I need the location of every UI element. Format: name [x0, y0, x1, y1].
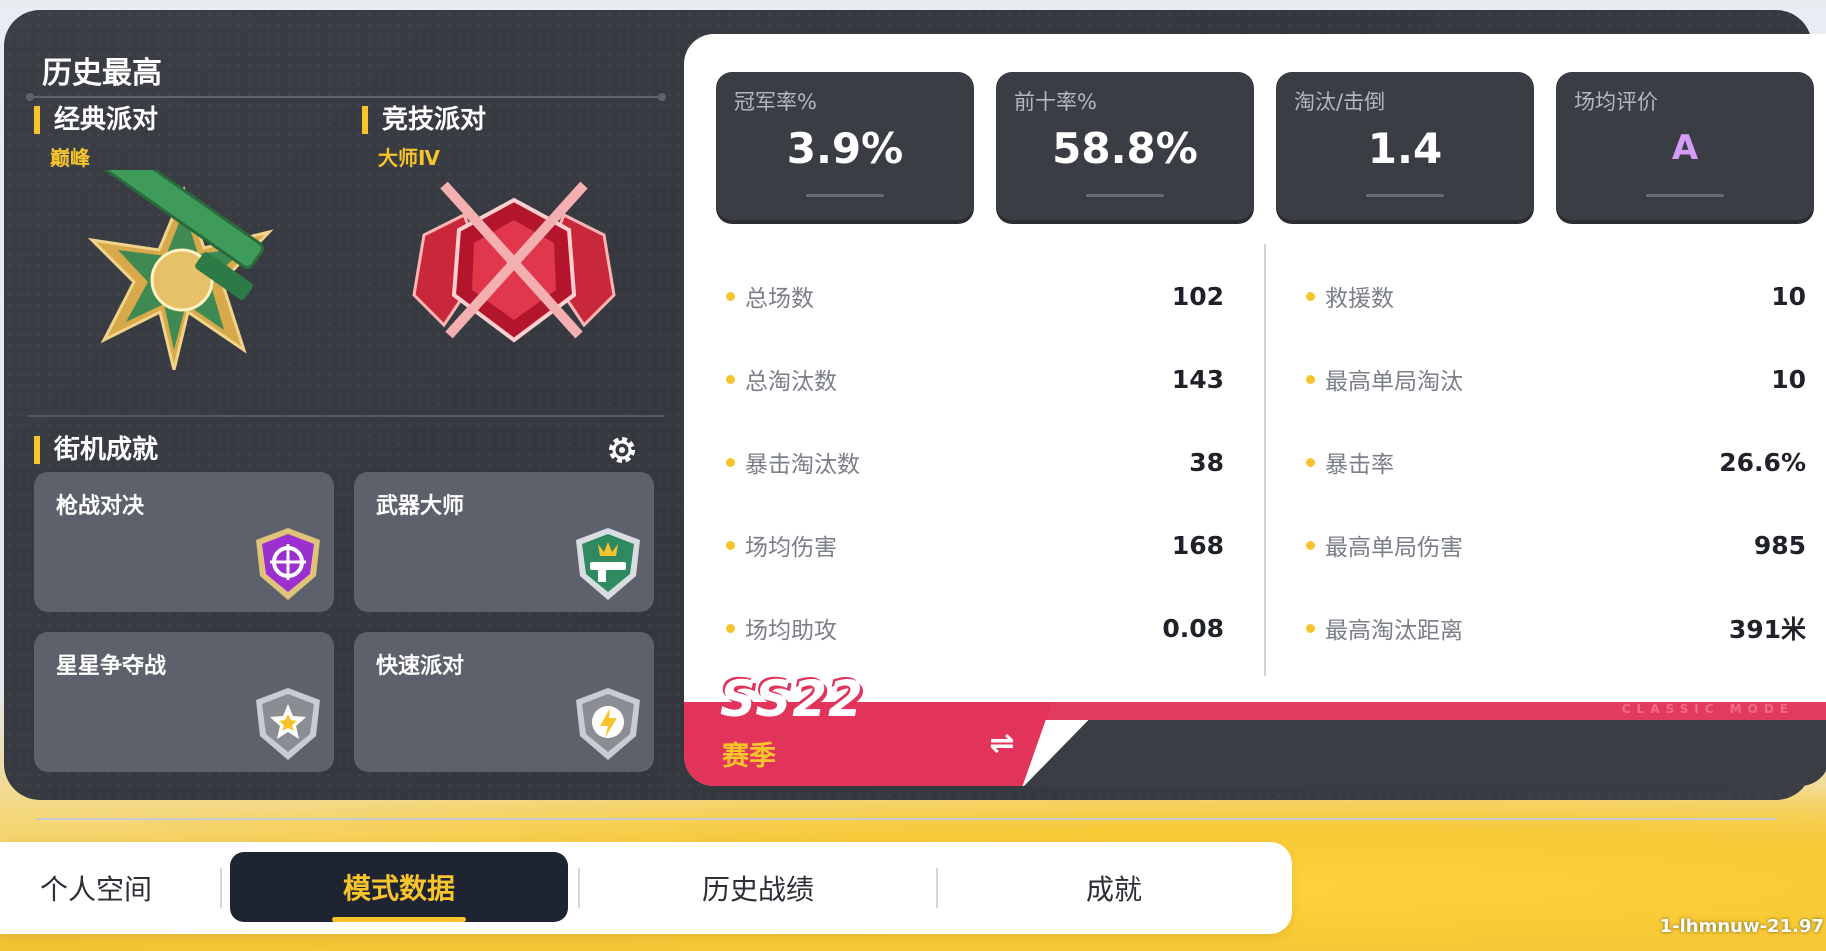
- stat-value: 10: [1771, 281, 1806, 311]
- summary-underline: [806, 194, 884, 197]
- season-banner: CLASSIC MODE SS22 赛季 ⇌: [684, 670, 1826, 786]
- mode-stats-panel: 冠军率% 3.9% 前十率% 58.8% 淘汰/击倒 1.4 场均评价 A 总场…: [684, 34, 1826, 786]
- achievement-card-weapon-master[interactable]: 武器大师: [354, 472, 654, 612]
- stat-value: 391米: [1728, 615, 1806, 644]
- season-dark-band: [1024, 720, 1826, 786]
- stat-value: 26.6%: [1719, 447, 1806, 477]
- competitive-mode-label: 竞技派对: [362, 106, 486, 134]
- achievement-card-gunfight[interactable]: 枪战对决: [34, 472, 334, 612]
- bullet-dot: [1306, 540, 1315, 550]
- nav-divider: [220, 868, 222, 908]
- stat-label: 场均伤害: [745, 535, 837, 561]
- classic-mode-label: 经典派对: [34, 106, 158, 134]
- weapon-crown-badge-icon: [576, 528, 640, 600]
- stat-row: 暴击淘汰数 38: [726, 442, 1224, 482]
- bullet-dot: [1306, 623, 1315, 633]
- competitive-rank-label: 大师Ⅳ: [378, 146, 440, 170]
- tab-personal-space[interactable]: 个人空间: [0, 842, 206, 934]
- version-label: 1-lhmnuw-21.97: [1659, 916, 1824, 937]
- bottom-nav: 个人空间 模式数据 历史战绩 成就: [0, 842, 1292, 934]
- stat-label: 暴击率: [1325, 452, 1394, 478]
- history-panel: 历史最高 经典派对 巅峰 竞技派对 大师Ⅳ 街机成就 枪战对决 武器大师 星星争…: [4, 10, 680, 800]
- stat-row: 场均助攻 0.08: [726, 608, 1224, 648]
- bullet-dot: [726, 623, 735, 633]
- classic-rank-label: 巅峰: [50, 146, 90, 170]
- bullet-dot: [1306, 291, 1315, 301]
- achievement-name: 枪战对决: [56, 494, 145, 519]
- summary-underline: [1366, 194, 1444, 197]
- stat-label: 最高单局伤害: [1325, 535, 1463, 561]
- achievement-card-quick-party[interactable]: 快速派对: [354, 632, 654, 772]
- summary-label: 前十率%: [1014, 90, 1097, 114]
- master-rank-emblem-icon: [412, 181, 616, 343]
- stat-value: 168: [1171, 530, 1224, 560]
- stat-value: 38: [1189, 447, 1224, 477]
- summary-label: 淘汰/击倒: [1294, 90, 1386, 114]
- summary-card-elim-knock: 淘汰/击倒 1.4: [1276, 72, 1534, 220]
- stat-row: 最高淘汰距离 391米: [1306, 608, 1806, 648]
- stat-value: 10: [1771, 364, 1806, 394]
- summary-card-win-rate: 冠军率% 3.9%: [716, 72, 974, 220]
- stat-value: 985: [1753, 530, 1806, 560]
- bullet-dot: [726, 540, 735, 550]
- lightning-badge-icon: [576, 688, 640, 760]
- competitive-mode-block: 竞技派对 大师Ⅳ: [362, 106, 486, 171]
- peak-rank-emblem-icon: [87, 170, 274, 370]
- summary-value: 3.9%: [786, 124, 904, 173]
- achievement-name: 武器大师: [376, 494, 465, 519]
- main-panel: 历史最高 经典派对 巅峰 竞技派对 大师Ⅳ 街机成就 枪战对决 武器大师 星星争…: [4, 10, 1826, 800]
- stat-value: 102: [1171, 281, 1224, 311]
- classic-mode-block: 经典派对 巅峰: [34, 106, 158, 171]
- summary-card-avg-rating: 场均评价 A: [1556, 72, 1814, 220]
- summary-card-top10-rate: 前十率% 58.8%: [996, 72, 1254, 220]
- stat-row: 总淘汰数 143: [726, 359, 1224, 399]
- stat-label: 总场数: [745, 286, 814, 312]
- swap-arrows-icon[interactable]: ⇌: [982, 724, 1022, 764]
- stats-column-divider: [1264, 244, 1266, 676]
- achievement-name: 快速派对: [376, 654, 465, 679]
- target-badge-icon: [256, 528, 320, 600]
- stat-value: 143: [1171, 364, 1224, 394]
- achievement-name: 星星争夺战: [56, 654, 167, 679]
- summary-value: 58.8%: [1052, 124, 1198, 173]
- tab-mode-data[interactable]: 模式数据: [230, 852, 568, 922]
- summary-label: 场均评价: [1574, 90, 1658, 114]
- stat-value: 0.08: [1162, 613, 1224, 643]
- tab-achievements[interactable]: 成就: [938, 842, 1290, 934]
- season-code: SS22: [720, 670, 864, 728]
- summary-underline: [1646, 194, 1724, 197]
- summary-value: 1.4: [1367, 124, 1443, 173]
- stat-row: 总场数 102: [726, 276, 1224, 316]
- stat-label: 最高淘汰距离: [1325, 618, 1463, 644]
- history-title: 历史最高: [42, 56, 162, 91]
- settings-gear-icon[interactable]: [606, 434, 638, 466]
- stat-label: 总淘汰数: [745, 369, 837, 395]
- bullet-dot: [726, 374, 735, 384]
- bullet-dot: [1306, 374, 1315, 384]
- tab-match-history[interactable]: 历史战绩: [580, 842, 936, 934]
- achievement-divider: [28, 415, 664, 417]
- summary-label: 冠军率%: [734, 90, 817, 114]
- achievements-title: 街机成就: [34, 436, 158, 464]
- achievement-card-star-battle[interactable]: 星星争夺战: [34, 632, 334, 772]
- stat-row: 救援数 10: [1306, 276, 1806, 316]
- star-badge-icon: [256, 688, 320, 760]
- season-label: 赛季: [722, 741, 776, 772]
- bottom-separator: [36, 818, 1776, 820]
- stat-row: 暴击率 26.6%: [1306, 442, 1806, 482]
- bullet-dot: [726, 291, 735, 301]
- rating-grade: A: [1671, 128, 1699, 168]
- classic-mode-caption: CLASSIC MODE: [1621, 702, 1794, 716]
- stat-row: 场均伤害 168: [726, 525, 1224, 565]
- stat-row: 最高单局淘汰 10: [1306, 359, 1806, 399]
- stat-label: 场均助攻: [745, 618, 837, 644]
- stat-label: 救援数: [1325, 286, 1394, 312]
- stat-label: 最高单局淘汰: [1325, 369, 1463, 395]
- stat-row: 最高单局伤害 985: [1306, 525, 1806, 565]
- stat-label: 暴击淘汰数: [745, 452, 860, 478]
- bullet-dot: [726, 457, 735, 467]
- summary-underline: [1086, 194, 1164, 197]
- title-divider: [26, 93, 666, 101]
- bullet-dot: [1306, 457, 1315, 467]
